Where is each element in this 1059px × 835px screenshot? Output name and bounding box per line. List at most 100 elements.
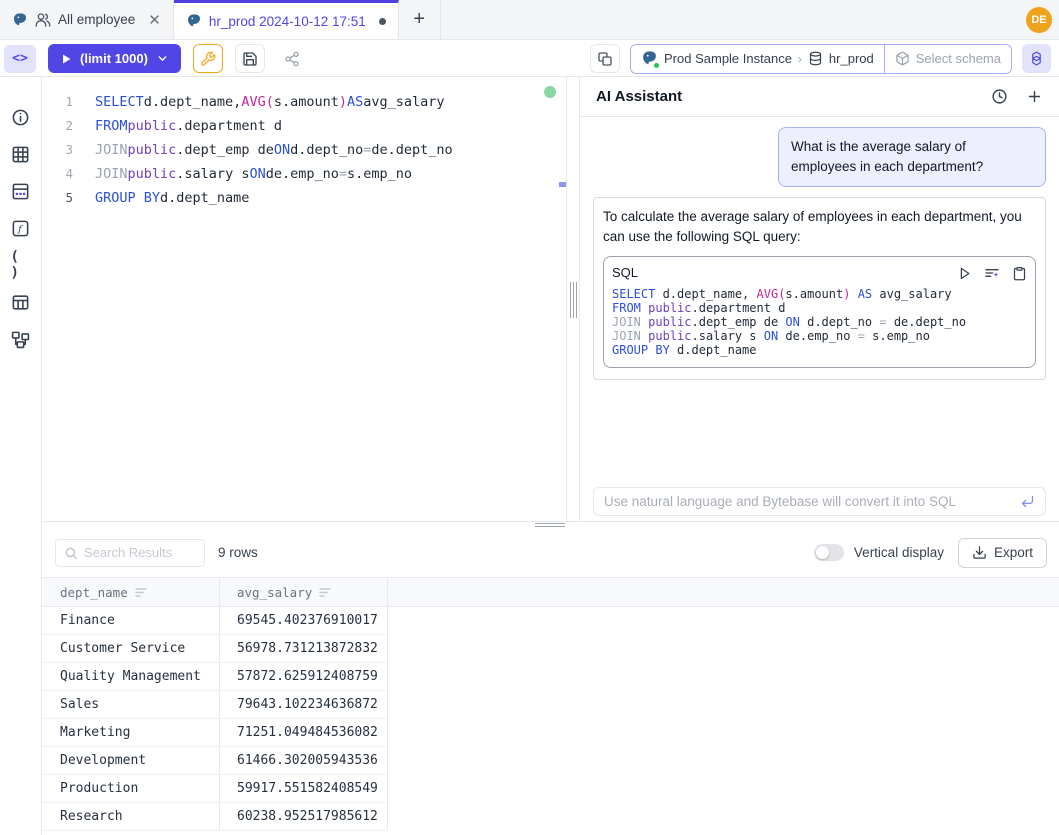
search-results-box [55,539,205,567]
column-header-dept-name[interactable]: dept_name [43,578,220,606]
info-icon[interactable] [11,107,31,127]
results-toolbar: 9 rows Vertical display Export [43,528,1059,577]
share-sheet-button[interactable] [277,44,307,73]
table-cell[interactable]: Development [43,747,220,775]
ai-prompt-input[interactable] [604,494,1020,509]
table-cell[interactable]: 79643.102234636872 [220,691,388,719]
sheets-highlight-icon[interactable] [11,181,31,201]
instance-database-selector[interactable]: Prod Sample Instance › hr_prod [631,45,884,73]
close-icon[interactable]: ✕ [148,11,161,29]
table-row: Marketing71251.049484536082 [43,719,1059,747]
code-line: 3JOIN public.dept_emp de ON d.dept_no = … [43,138,566,162]
table-grid-icon[interactable] [11,144,31,164]
sql-code-lines: SELECT d.dept_name, AVG(s.amount) AS avg… [612,287,1027,357]
table-cell[interactable]: Production [43,775,220,803]
sql-editor[interactable]: 1SELECT d.dept_name, AVG(s.amount) AS av… [43,77,566,521]
code-line: SELECT d.dept_name, AVG(s.amount) AS avg… [612,287,1027,301]
table-cell[interactable]: 59917.551582408549 [220,775,388,803]
table-cell[interactable]: Customer Service [43,635,220,663]
table-cell[interactable]: Quality Management [43,663,220,691]
table-row: Development61466.302005943536 [43,747,1059,775]
line-number: 2 [43,114,95,138]
table-cell-filler [388,747,1059,775]
table-cell[interactable]: Sales [43,691,220,719]
ai-assistant-button[interactable] [1022,44,1051,73]
column-header-filler [388,578,1059,606]
copy-code-icon[interactable] [1012,266,1027,281]
database-icon [808,51,823,66]
wrench-icon [200,51,216,67]
export-label: Export [994,545,1033,560]
history-clock-icon[interactable] [991,88,1008,105]
table-cell-filler [388,663,1059,691]
line-number: 1 [43,90,95,114]
table-cell[interactable]: 60238.952517985612 [220,803,388,831]
table-cell-filler [388,691,1059,719]
table-row: Finance69545.402376910017 [43,607,1059,635]
code-line: JOIN public.dept_emp de ON d.dept_no = d… [612,315,1027,329]
table-cell-filler [388,607,1059,635]
assistant-intro-text: To calculate the average salary of emplo… [603,209,1022,244]
table-row: Customer Service56978.731213872832 [43,635,1059,663]
table-row: Research60238.952517985612 [43,803,1059,831]
database-name: hr_prod [829,51,874,66]
code-line: FROM public.department d [612,301,1027,315]
avatar[interactable]: DE [1026,7,1052,33]
code-line: 4JOIN public.salary s ON de.emp_no = s.e… [43,162,566,186]
sort-icon [319,586,331,598]
schema-selector[interactable]: Select schema [884,45,1011,73]
panel-resize-handle-horizontal[interactable] [43,521,1059,528]
connection-breadcrumb: Prod Sample Instance › hr_prod Select sc… [630,44,1012,74]
tab-hr-prod[interactable]: hr_prod 2024-10-12 17:51 [174,0,399,39]
table-header-row: dept_name avg_salary [43,577,1059,607]
table-cell-filler [388,803,1059,831]
batch-query-button[interactable] [590,44,620,73]
results-table: dept_name avg_salary Finance69545.402376… [43,577,1059,835]
table-cell[interactable]: 69545.402376910017 [220,607,388,635]
tab-all-employee[interactable]: All employee ✕ [0,0,174,39]
schema-diagram-icon[interactable] [11,329,31,349]
batch-query-icon [597,51,613,67]
new-tab-button[interactable]: + [399,0,441,39]
tab-label: All employee [58,12,135,27]
save-sheet-button[interactable] [235,44,265,73]
table-cell[interactable]: Marketing [43,719,220,747]
code-line: 2FROM public.department d [43,114,566,138]
table-cell[interactable]: 56978.731213872832 [220,635,388,663]
table-cell[interactable]: Finance [43,607,220,635]
table-cell[interactable]: 61466.302005943536 [220,747,388,775]
assistant-chat-message: To calculate the average salary of emplo… [593,197,1046,380]
vertical-display-toggle[interactable] [814,544,844,561]
table-cell-filler [388,719,1059,747]
ai-input-bar [593,487,1046,516]
postgres-icon [186,13,202,29]
search-icon [64,546,78,560]
table-cell[interactable]: Research [43,803,220,831]
table-body: Finance69545.402376910017Customer Servic… [43,607,1059,831]
parentheses-icon[interactable]: ( ) [11,255,31,275]
table-row: Quality Management57872.625912408759 [43,663,1059,691]
status-dot [653,62,660,69]
code-panel-toggle-icon[interactable]: <> [4,45,36,73]
export-button[interactable]: Export [958,538,1047,568]
download-icon [972,545,987,560]
panel-resize-handle-vertical[interactable] [566,77,580,521]
code-language-label: SQL [612,263,638,283]
data-table-icon[interactable] [11,292,31,312]
insert-into-editor-icon[interactable] [984,265,1000,281]
table-row: Production59917.551582408549 [43,775,1059,803]
enter-return-icon[interactable] [1020,494,1035,509]
run-code-icon[interactable] [957,266,972,281]
new-chat-plus-icon[interactable] [1026,88,1043,105]
ai-panel-header: AI Assistant [580,77,1059,117]
sql-code-block: SQL SELECT d.dept_name, AVG(s.amount) [603,256,1036,368]
postgres-icon [641,50,658,67]
search-results-input[interactable] [84,545,184,560]
format-sql-button[interactable] [193,44,223,73]
openai-icon [1028,50,1045,67]
column-header-avg-salary[interactable]: avg_salary [220,578,388,606]
run-query-button[interactable]: (limit 1000) [48,44,181,73]
function-icon[interactable]: f [11,218,31,238]
table-cell[interactable]: 57872.625912408759 [220,663,388,691]
table-cell[interactable]: 71251.049484536082 [220,719,388,747]
